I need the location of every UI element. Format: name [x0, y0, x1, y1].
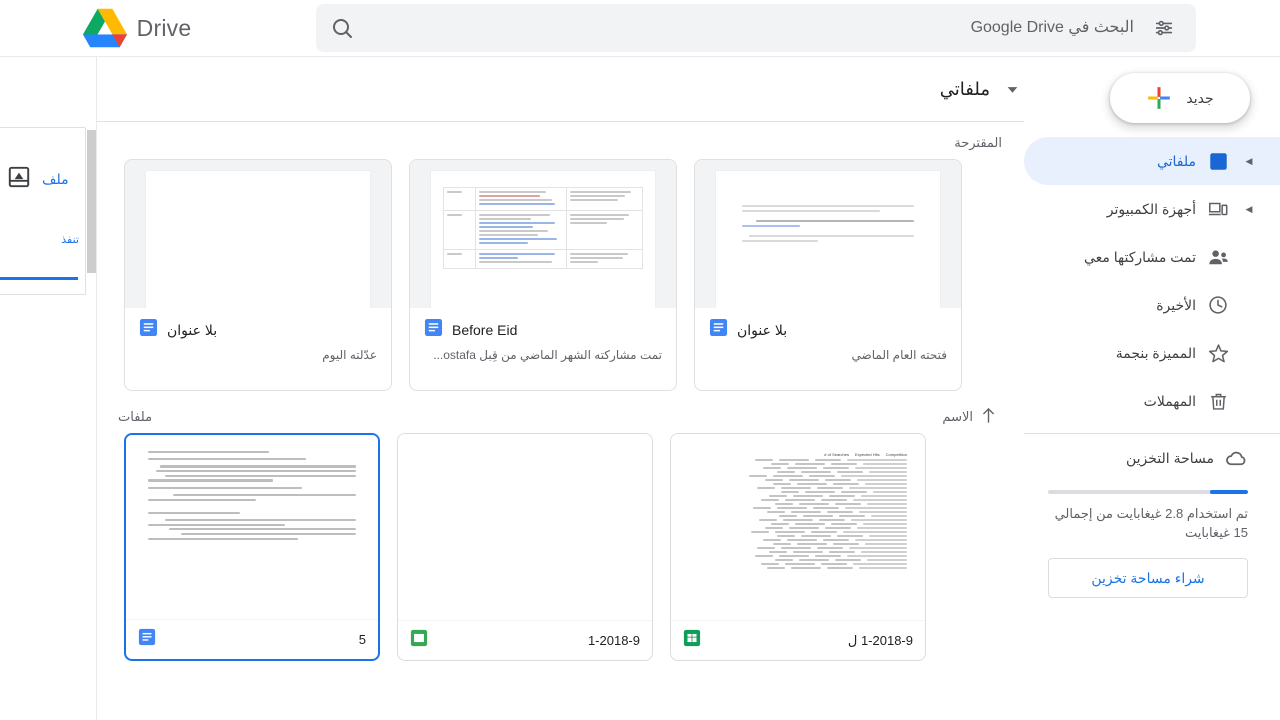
file-thumbnail	[398, 434, 652, 620]
search-bar[interactable]	[316, 4, 1196, 52]
background-window-panel[interactable]: ملف تنفذ	[0, 127, 86, 295]
suggested-thumbnail	[125, 160, 391, 308]
suggested-card-subtitle: عدّلته اليوم	[322, 348, 377, 362]
file-card[interactable]: Competition Expected Hits # of Searches 1-…	[670, 433, 926, 661]
background-panel-active-underline	[0, 277, 78, 280]
files-header: ملفات الاسم	[96, 391, 1024, 433]
vertical-scrollbar[interactable]	[87, 130, 96, 273]
drive-backup-icon	[6, 164, 32, 195]
storage-label: مساحة التخزين	[1126, 449, 1214, 466]
sidebar-item-label: الأخيرة	[1156, 296, 1196, 313]
sidebar-item-label: تمت مشاركتها معي	[1083, 248, 1196, 265]
recent-clock-icon	[1196, 294, 1240, 316]
google-docs-icon	[138, 628, 156, 651]
main-header: ملفاتي	[96, 57, 1024, 121]
storage-progress-bar	[1048, 490, 1248, 494]
sidebar-item-recent[interactable]: ◀ الأخيرة	[1024, 281, 1280, 329]
file-card[interactable]: 1-2018-9	[397, 433, 653, 661]
sidebar-item-label: أجهزة الكمبيوتر	[1106, 200, 1196, 217]
background-panel-title: ملف	[42, 171, 69, 187]
suggested-card-subtitle: تمت مشاركته الشهر الماضي من قِبل ostafa.…	[433, 348, 662, 362]
suggested-card-meta: بلا عنوان فتحته العام الماضي	[695, 308, 961, 390]
suggested-thumbnail	[410, 160, 676, 308]
sidebar-item-storage[interactable]: مساحة التخزين	[1024, 434, 1280, 482]
file-card[interactable]: 5	[124, 433, 380, 661]
google-drive-window: Drive جديد ◀	[0, 0, 1280, 720]
search-input[interactable]	[366, 19, 1140, 37]
suggested-card[interactable]: بلا عنوان عدّلته اليوم	[124, 159, 392, 391]
computers-icon	[1196, 198, 1240, 220]
my-drive-icon	[1196, 151, 1240, 172]
main-content: ملفاتي المقترحة بلا عنوان عدّلته اليوم B…	[96, 57, 1024, 720]
google-drive-logo	[82, 8, 127, 48]
file-card-meta: 5	[126, 619, 378, 659]
suggested-card-subtitle: فتحته العام الماضي	[851, 348, 947, 362]
plus-icon	[1148, 87, 1171, 109]
shared-with-me-icon	[1196, 246, 1240, 269]
arrow-up-icon[interactable]	[981, 407, 996, 427]
google-docs-icon	[709, 318, 728, 342]
file-card-meta: 1-2018-9	[398, 620, 652, 660]
file-thumbnail: Competition Expected Hits # of Searches	[671, 434, 925, 620]
chevron-right-icon[interactable]: ◀	[1240, 156, 1258, 167]
sidebar-item-label: ملفاتي	[1156, 152, 1196, 169]
sidebar-nav: ◀ ملفاتي ◀ أجهزة الكمبيوتر تمت مشاركتها …	[1024, 137, 1280, 425]
suggested-card-title: بلا عنوان	[167, 321, 218, 338]
suggested-card[interactable]: بلا عنوان فتحته العام الماضي	[694, 159, 962, 391]
trash-icon	[1196, 391, 1240, 412]
sort-label: الاسم	[942, 409, 973, 424]
chevron-down-icon[interactable]	[1000, 77, 1024, 101]
file-name: 1-2018-9	[587, 633, 640, 648]
files-section-label: ملفات	[118, 409, 153, 424]
sidebar-item-my-drive[interactable]: ◀ ملفاتي	[1024, 137, 1280, 185]
buy-storage-button[interactable]: شراء مساحة تخزين	[1048, 558, 1248, 598]
drive-brand[interactable]: Drive	[0, 0, 256, 57]
tune-filter-icon[interactable]	[1144, 8, 1184, 48]
sidebar-item-computers[interactable]: ◀ أجهزة الكمبيوتر	[1024, 185, 1280, 233]
file-name: 5	[358, 632, 366, 647]
starred-icon	[1196, 342, 1240, 365]
file-thumbnail	[126, 435, 378, 619]
sidebar-item-label: المهملات	[1143, 392, 1196, 409]
suggested-card-meta: بلا عنوان عدّلته اليوم	[125, 308, 391, 390]
files-row: 5 1-2018-9 Competition Expected Hits # o…	[96, 433, 1024, 661]
suggested-thumbnail	[695, 160, 961, 308]
storage-progress-fill	[1210, 490, 1248, 494]
sidebar-item-shared-with-me[interactable]: ◀ تمت مشاركتها معي	[1024, 233, 1280, 281]
new-button-label: جديد	[1186, 89, 1214, 106]
sort-control[interactable]: الاسم	[942, 407, 996, 427]
google-sheets-icon	[683, 629, 701, 652]
file-card-meta: 1-2018-9 ل	[671, 620, 925, 660]
storage-usage-text: تم استخدام 2.8 غيغابايت من إجمالي 15 غيغ…	[1054, 506, 1248, 540]
top-bar: Drive	[0, 0, 1280, 57]
page-title: ملفاتي	[939, 78, 990, 99]
background-panel-subtitle: تنفذ	[61, 234, 79, 246]
suggested-card-title: بلا عنوان	[737, 321, 788, 338]
chevron-right-icon[interactable]: ◀	[1240, 204, 1258, 215]
sidebar-item-label: المميزة بنجمة	[1115, 344, 1196, 361]
scroll-column	[86, 57, 97, 720]
suggested-card-meta: Before Eid تمت مشاركته الشهر الماضي من ق…	[410, 308, 676, 390]
google-docs-icon	[424, 318, 443, 342]
search-icon[interactable]	[322, 8, 362, 48]
google-docs-icon	[139, 318, 158, 342]
search-area	[256, 0, 1280, 57]
suggested-section-label: المقترحة	[954, 135, 1002, 150]
new-button[interactable]: جديد	[1110, 73, 1250, 123]
sidebar: جديد ◀ ملفاتي ◀ أجهزة الكمبيوتر تمت مشار…	[1024, 57, 1280, 720]
suggested-row: بلا عنوان عدّلته اليوم Before Eid تمت مش…	[96, 159, 1024, 391]
brand-label: Drive	[136, 14, 192, 41]
cloud-icon	[1214, 446, 1258, 471]
sidebar-item-trash[interactable]: ◀ المهملات	[1024, 377, 1280, 425]
google-slides-icon	[410, 629, 428, 652]
sidebar-item-starred[interactable]: ◀ المميزة بنجمة	[1024, 329, 1280, 377]
suggested-card-title: Before Eid	[452, 322, 518, 338]
file-name: 1-2018-9 ل	[847, 632, 913, 648]
suggested-card[interactable]: Before Eid تمت مشاركته الشهر الماضي من ق…	[409, 159, 677, 391]
